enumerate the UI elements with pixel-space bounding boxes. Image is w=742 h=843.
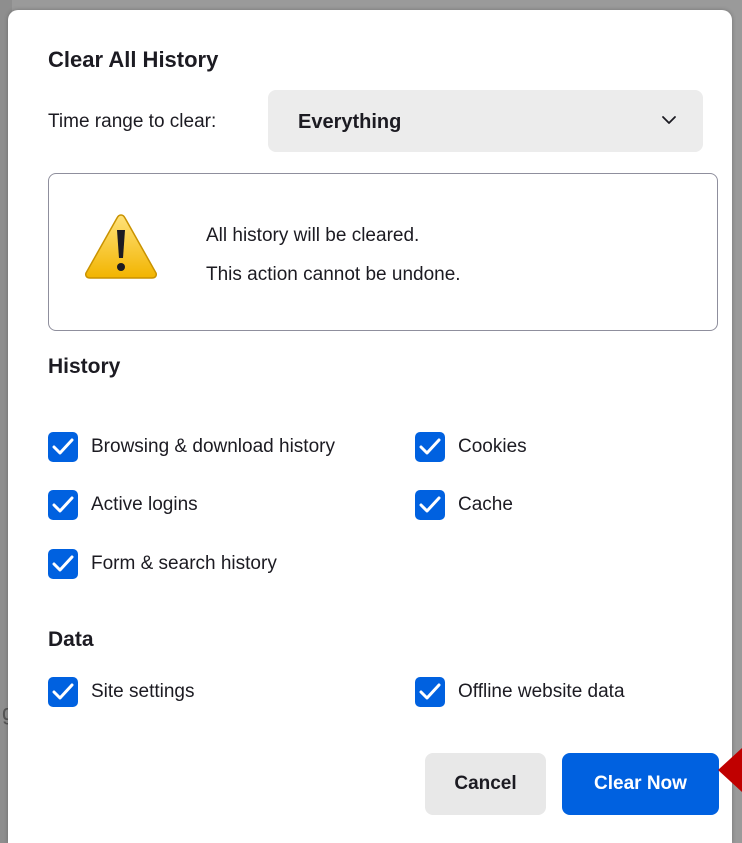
checkbox-form-search-history[interactable]	[48, 549, 78, 579]
checkbox-label-active-logins: Active logins	[91, 494, 198, 515]
warning-text-line2: This action cannot be undone.	[206, 264, 461, 285]
warning-box: All history will be cleared. This action…	[48, 173, 718, 331]
checkmark-icon	[419, 496, 441, 513]
chevron-down-icon	[661, 112, 677, 133]
checkmark-icon	[52, 683, 74, 700]
time-range-select[interactable]: Everything	[268, 90, 703, 152]
checkbox-label-cache: Cache	[458, 494, 513, 515]
data-section-heading: Data	[48, 628, 94, 651]
checkbox-active-logins[interactable]	[48, 490, 78, 520]
checkbox-label-site-settings: Site settings	[91, 681, 195, 702]
checkmark-icon	[52, 496, 74, 513]
time-range-value: Everything	[298, 111, 402, 133]
checkmark-icon	[419, 438, 441, 455]
checkbox-site-settings[interactable]	[48, 677, 78, 707]
checkmark-icon	[419, 683, 441, 700]
checkbox-label-offline-website-data: Offline website data	[458, 681, 625, 702]
checkbox-offline-website-data[interactable]	[415, 677, 445, 707]
checkmark-icon	[52, 555, 74, 572]
warning-text-line1: All history will be cleared.	[206, 225, 420, 246]
checkbox-label-cookies: Cookies	[458, 436, 527, 457]
clear-now-button[interactable]: Clear Now	[562, 753, 719, 815]
checkmark-icon	[52, 438, 74, 455]
checkbox-browsing-history[interactable]	[48, 432, 78, 462]
cancel-button[interactable]: Cancel	[425, 753, 546, 815]
pointer-arrow-icon	[718, 748, 742, 797]
checkbox-cookies[interactable]	[415, 432, 445, 462]
checkbox-label-browsing-history: Browsing & download history	[91, 436, 335, 457]
time-range-label: Time range to clear:	[48, 111, 217, 132]
dialog-title: Clear All History	[48, 47, 219, 72]
checkbox-label-form-search-history: Form & search history	[91, 553, 277, 574]
checkbox-cache[interactable]	[415, 490, 445, 520]
history-section-heading: History	[48, 355, 121, 378]
warning-triangle-icon	[83, 212, 159, 285]
clear-history-dialog: Clear All History Time range to clear: E…	[8, 10, 732, 843]
